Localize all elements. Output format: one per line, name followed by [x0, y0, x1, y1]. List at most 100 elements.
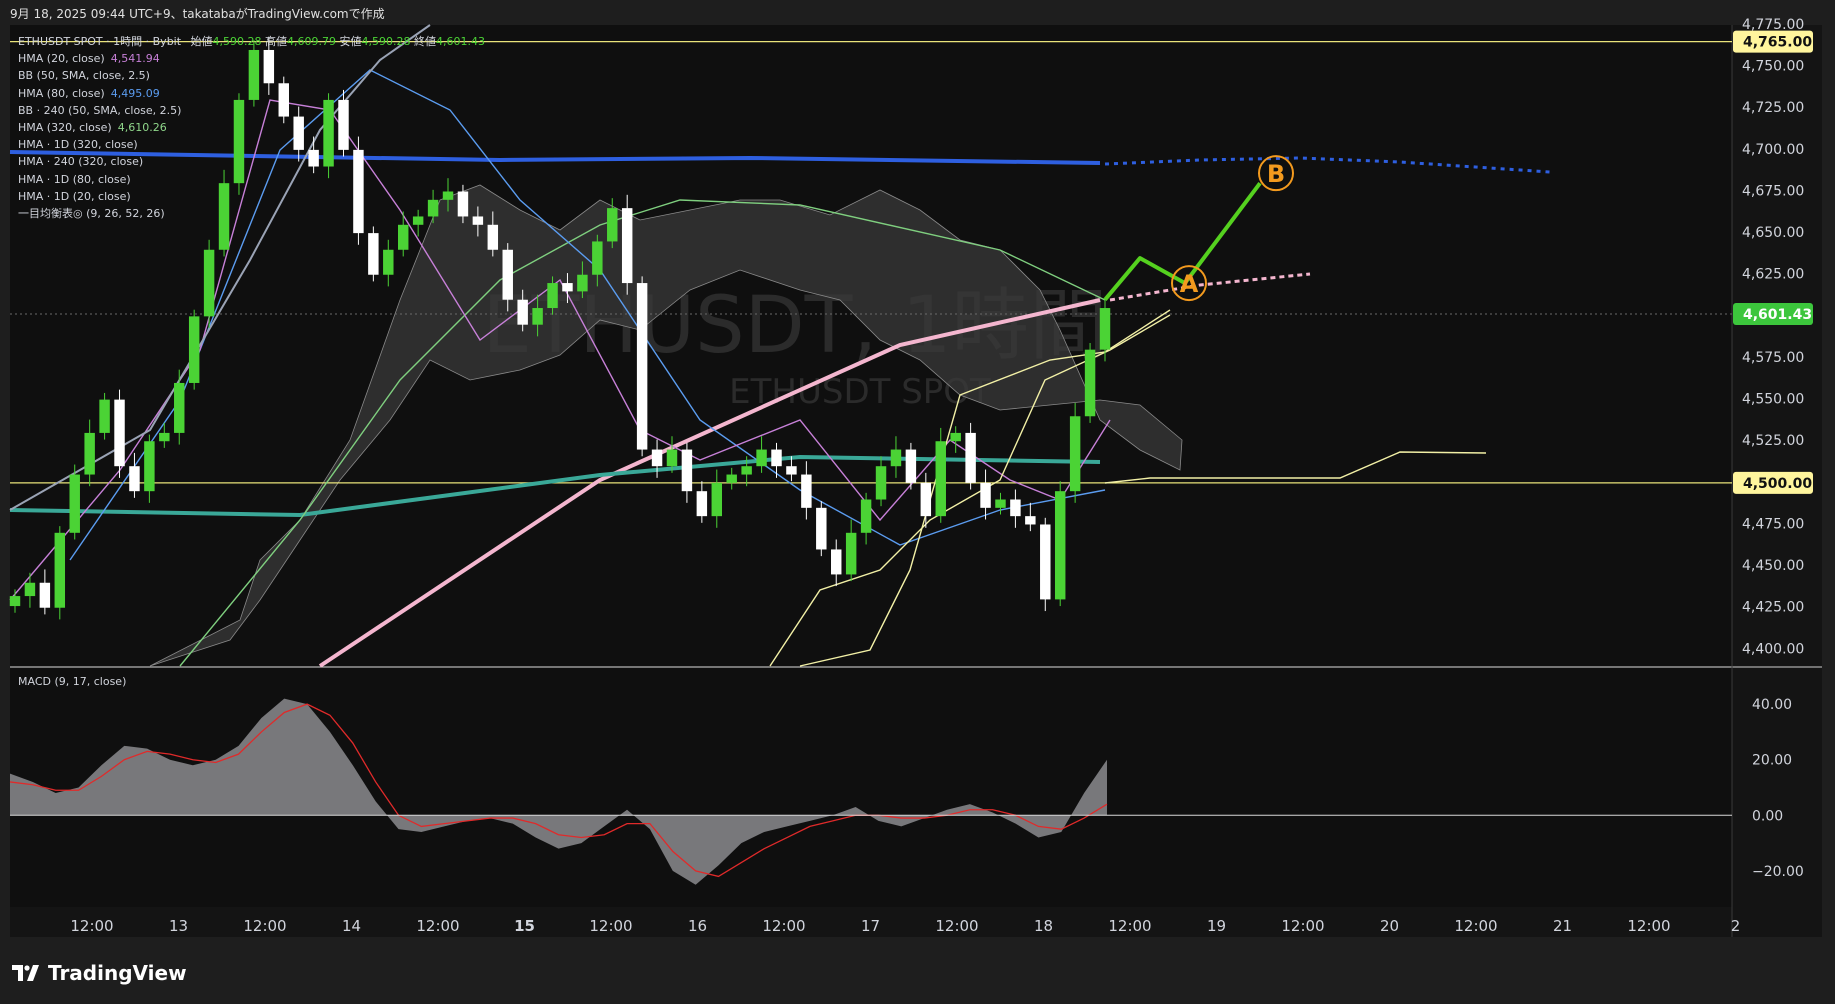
- indicator-row[interactable]: HMA · 1D (20, close): [18, 188, 485, 205]
- candle-body: [39, 582, 51, 608]
- indicator-row[interactable]: BB (50, SMA, close, 2.5): [18, 67, 485, 84]
- candle-body: [771, 449, 782, 467]
- macd-tick-label: 0.00: [1752, 808, 1783, 824]
- time-tick-label: 12:00: [243, 917, 286, 935]
- price-tick-label: 4,425.00: [1742, 600, 1804, 616]
- candle-body: [607, 208, 618, 242]
- high-label: 高値: [265, 35, 288, 48]
- candle-body: [577, 274, 588, 292]
- price-tick-label: 4,450.00: [1742, 558, 1804, 574]
- candle-body: [144, 441, 155, 492]
- candle-body: [99, 399, 110, 433]
- candle-body: [711, 482, 723, 517]
- candle-body: [159, 432, 170, 442]
- open-label: 始値: [190, 35, 213, 48]
- candle-body: [368, 233, 379, 275]
- candle-body: [203, 249, 215, 317]
- candle-body: [1025, 516, 1036, 525]
- candle-body: [188, 316, 200, 383]
- candle-body: [174, 382, 185, 433]
- indicator-value: 4,495.09: [110, 86, 160, 100]
- price-tick-label: 4,700.00: [1742, 142, 1804, 158]
- candle-body: [1010, 499, 1021, 517]
- time-tick-label: 12:00: [1627, 917, 1670, 935]
- time-tick-label: 12:00: [1108, 917, 1151, 935]
- low-label: 安値: [339, 35, 362, 48]
- indicator-row[interactable]: HMA · 1D (320, close): [18, 136, 485, 153]
- price-tick-label: 4,525.00: [1742, 433, 1804, 449]
- candle-body: [786, 466, 797, 475]
- candle-body: [24, 582, 36, 597]
- macd-tick-label: 20.00: [1752, 753, 1792, 769]
- candle-body: [1084, 349, 1096, 417]
- candle-body: [651, 449, 663, 467]
- indicator-row[interactable]: HMA (80, close) 4,495.09: [18, 85, 485, 102]
- symbol-header[interactable]: ETHUSDT SPOT · 1時間 · Bybit 始値4,590.28 高値…: [18, 33, 485, 50]
- wave-marker-label: B: [1267, 160, 1285, 188]
- candle-body: [383, 249, 394, 275]
- macd-tick-label: 40.00: [1752, 697, 1792, 713]
- candle-body: [831, 549, 842, 575]
- close-label: 終値: [414, 35, 436, 48]
- price-label: 4,601.43: [1743, 307, 1812, 323]
- tradingview-logo-icon: [12, 965, 39, 981]
- price-tick-label: 4,775.00: [1742, 17, 1804, 33]
- time-tick-label: 19: [1207, 917, 1226, 935]
- candle-body: [950, 432, 961, 442]
- candle-body: [487, 224, 499, 250]
- price-label: 4,765.00: [1743, 35, 1812, 51]
- price-tick-label: 4,575.00: [1742, 350, 1804, 366]
- candle-body: [397, 224, 409, 250]
- time-tick-label: 18: [1034, 917, 1053, 935]
- time-tick-label: 21: [1553, 917, 1572, 935]
- candle-body: [666, 449, 678, 467]
- indicator-row[interactable]: 一目均衡表◎ (9, 26, 52, 26): [18, 205, 485, 222]
- indicator-row[interactable]: HMA · 1D (80, close): [18, 171, 485, 188]
- time-tick-label: 20: [1380, 917, 1399, 935]
- price-tick-label: 4,400.00: [1742, 641, 1804, 657]
- symbol-label: ETHUSDT SPOT · 1時間 · Bybit: [18, 35, 182, 48]
- time-tick-label: 12:00: [416, 917, 459, 935]
- candle-body: [920, 482, 932, 517]
- time-tick-label: 12:00: [935, 917, 978, 935]
- time-tick-label: 12:00: [1281, 917, 1324, 935]
- time-tick-label: 15: [514, 917, 535, 935]
- indicator-row[interactable]: HMA (20, close) 4,541.94: [18, 50, 485, 67]
- high-value: 4,609.79: [287, 35, 337, 48]
- candle-body: [816, 507, 827, 550]
- candle-body: [621, 208, 633, 284]
- macd-tick-label: −20.00: [1752, 864, 1804, 880]
- candle-body: [890, 449, 902, 467]
- indicator-label: HMA · 240 (320, close): [18, 155, 144, 169]
- time-tick-label: 2: [1731, 917, 1741, 935]
- candle-body: [592, 241, 603, 275]
- candle-body: [696, 491, 708, 517]
- open-value: 4,590.28: [212, 35, 262, 48]
- indicator-row[interactable]: BB · 240 (50, SMA, close, 2.5): [18, 102, 485, 119]
- price-tick-label: 4,750.00: [1742, 59, 1804, 75]
- candle-body: [1069, 416, 1081, 492]
- candle-body: [726, 474, 737, 483]
- price-tick-label: 4,650.00: [1742, 225, 1804, 241]
- indicator-row[interactable]: HMA (320, close) 4,610.26: [18, 119, 485, 136]
- indicator-label: HMA (320, close): [18, 121, 112, 135]
- indicator-label: BB · 240 (50, SMA, close, 2.5): [18, 103, 182, 117]
- macd-legend[interactable]: MACD (9, 17, close): [18, 675, 126, 688]
- indicator-legend: ETHUSDT SPOT · 1時間 · Bybit 始値4,590.28 高値…: [18, 33, 485, 222]
- indicator-label: 一目均衡表◎ (9, 26, 52, 26): [18, 207, 165, 221]
- candle-body: [980, 482, 991, 508]
- candle-body: [562, 283, 573, 292]
- brand-name: TradingView: [48, 961, 187, 985]
- price-label: 4,500.00: [1743, 476, 1812, 492]
- candle-body: [965, 432, 976, 483]
- candle-body: [801, 474, 812, 508]
- indicator-row[interactable]: HMA · 240 (320, close): [18, 153, 485, 170]
- time-tick-label: 12:00: [1454, 917, 1497, 935]
- indicator-label: HMA · 1D (320, close): [18, 138, 138, 152]
- candle-body: [860, 499, 872, 533]
- indicator-label: HMA (80, close): [18, 86, 105, 100]
- time-tick-label: 14: [342, 917, 361, 935]
- tradingview-logo[interactable]: TradingView: [12, 961, 187, 985]
- indicator-label: HMA · 1D (20, close): [18, 189, 131, 203]
- price-tick-label: 4,675.00: [1742, 183, 1804, 199]
